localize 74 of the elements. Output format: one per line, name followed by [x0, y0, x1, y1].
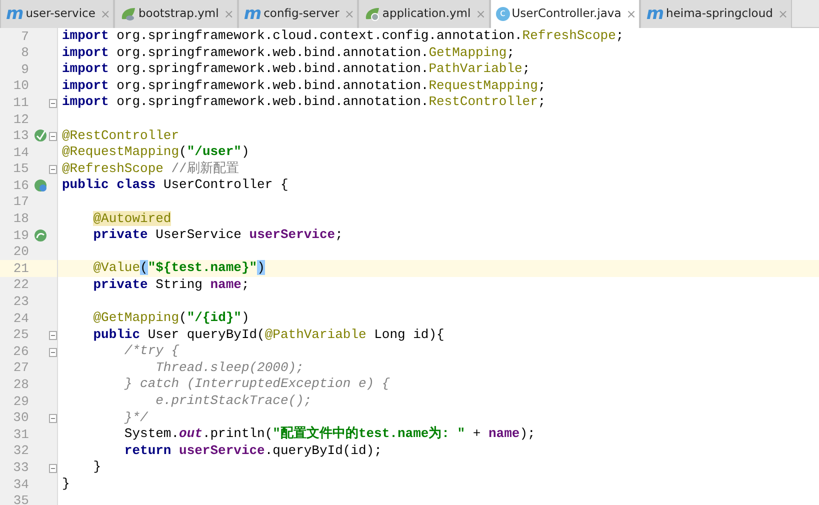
- line-number: 8: [20, 44, 29, 62]
- line-number: 18: [12, 210, 29, 228]
- line-number: 20: [12, 243, 29, 262]
- line-number: 7: [20, 28, 29, 46]
- line-number: 24: [12, 310, 29, 328]
- module-icon: m: [6, 6, 24, 22]
- line-number: 15: [12, 160, 29, 178]
- module-icon: m: [646, 6, 664, 22]
- code-line: private String name;: [92, 276, 250, 294]
- code-line: import org.springframework.web.bind.annotation.PathVariable;: [62, 61, 530, 78]
- code-line: System.out.println("配置文件中的test.name为: " + name);: [123, 426, 536, 443]
- editor-tab[interactable]: bootstrap.yml ×: [114, 0, 238, 28]
- code-line: private UserService userService;: [92, 227, 343, 244]
- line-number: 10: [12, 77, 29, 96]
- line-number: 30: [12, 409, 29, 428]
- code-line: return userService.queryById(id);: [123, 442, 382, 460]
- line-number: 33: [12, 458, 29, 477]
- code-line: import org.springframework.web.bind.annotation.GetMapping;: [62, 44, 515, 62]
- editor-tab[interactable]: m config-server ×: [238, 0, 358, 28]
- editor-tab[interactable]: application.yml ×: [358, 0, 490, 28]
- leaf-icon: [120, 7, 136, 21]
- line-number: 23: [12, 293, 29, 312]
- fold-icon[interactable]: [49, 331, 57, 340]
- line-number: 28: [12, 376, 29, 394]
- code-line: Thread.sleep(2000);: [154, 360, 304, 376]
- fold-icon[interactable]: [49, 464, 57, 473]
- code-line: @Value("${test.name}"): [92, 260, 265, 277]
- line-number: 35: [12, 492, 29, 505]
- code-line: }: [62, 476, 70, 493]
- line-number: 17: [12, 193, 29, 212]
- code-line: @RequestMapping("/user"): [62, 144, 250, 161]
- spring-bean-icon[interactable]: [34, 129, 47, 142]
- code-line: @RefreshScope //刷新配置: [62, 160, 239, 178]
- code-line: /*try {: [123, 343, 180, 360]
- editor-tab[interactable]: m heima-springcloud ×: [640, 0, 792, 28]
- line-number: 9: [20, 60, 29, 79]
- line-number: 34: [12, 476, 29, 494]
- code-line: }*/: [123, 410, 148, 426]
- line-number: 16: [12, 176, 29, 195]
- fold-icon[interactable]: [49, 348, 57, 357]
- code-line: }: [92, 459, 102, 476]
- editor-tab[interactable]: c UserController.java ×: [490, 0, 640, 28]
- leaf-icon: [364, 7, 380, 21]
- code-line: } catch (InterruptedException e) {: [123, 376, 390, 394]
- line-number: 31: [12, 426, 29, 444]
- line-number: 14: [12, 144, 29, 162]
- line-number: 26: [12, 342, 29, 361]
- module-icon: m: [244, 6, 262, 22]
- line-number: 32: [12, 442, 29, 460]
- code-line: public class UserController {: [62, 177, 288, 194]
- fold-icon[interactable]: [49, 98, 57, 108]
- class-icon: c: [496, 7, 510, 21]
- fold-icon[interactable]: [49, 414, 57, 424]
- code-line: import org.springframework.web.bind.annotation.RequestMapping;: [62, 78, 546, 94]
- code-line: e.printStackTrace();: [154, 393, 312, 410]
- line-number: 29: [12, 392, 29, 411]
- code-line: import org.springframework.web.bind.annotation.RestController;: [62, 94, 546, 111]
- line-number: 21: [12, 260, 29, 278]
- line-number: 11: [12, 94, 29, 112]
- line-number: 25: [12, 326, 29, 344]
- code-line: @GetMapping("/{id}"): [92, 310, 250, 327]
- line-number: 12: [12, 110, 29, 129]
- line-number: 13: [12, 127, 29, 146]
- line-number: 22: [12, 276, 29, 294]
- spring-bean-icon[interactable]: [34, 228, 48, 242]
- fold-icon[interactable]: [49, 132, 57, 141]
- editor-tab[interactable]: m user-service ×: [0, 0, 114, 28]
- code-line: @RestController: [62, 128, 180, 144]
- code-line: import org.springframework.cloud.context.config.annotation.RefreshScope;: [62, 28, 624, 45]
- spring-bean-icon[interactable]: [34, 179, 48, 192]
- line-number: 19: [12, 226, 29, 245]
- code-line: public User queryById(@PathVariable Long id){: [92, 326, 444, 344]
- line-number: 27: [12, 359, 29, 378]
- fold-icon[interactable]: [49, 165, 57, 174]
